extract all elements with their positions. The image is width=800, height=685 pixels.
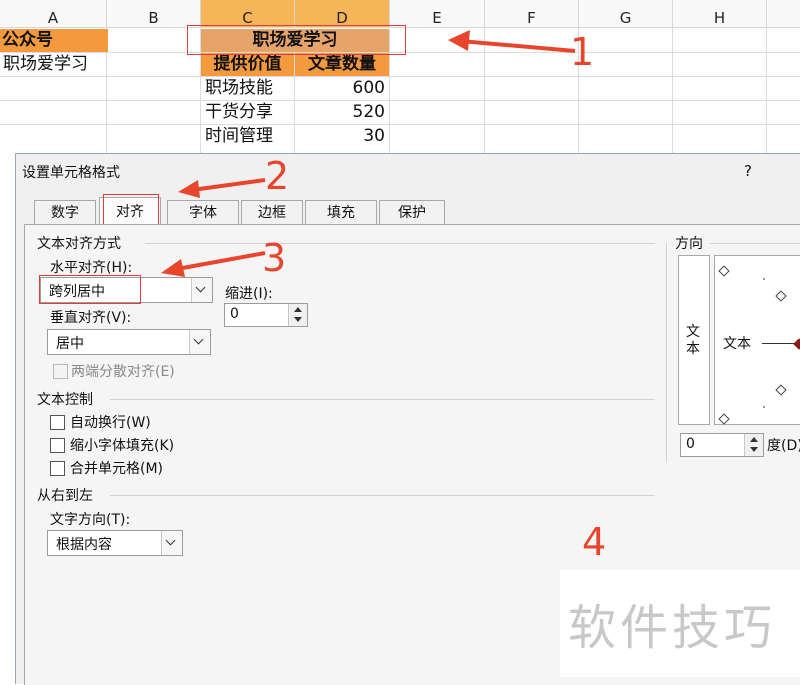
column-header-d[interactable]: D xyxy=(295,0,390,28)
orientation-text: 文本 xyxy=(723,336,751,352)
help-button[interactable]: ? xyxy=(744,162,752,180)
orientation-dial[interactable]: 文本 xyxy=(714,255,800,425)
annotation-number-2: 2 xyxy=(265,154,290,198)
chevron-down-icon xyxy=(193,334,204,345)
cell-d2[interactable]: 文章数量 xyxy=(295,53,389,76)
dropdown-button[interactable] xyxy=(191,278,212,302)
justify-distributed-label: 两端分散对齐(E) xyxy=(71,364,175,380)
tab-border[interactable]: 边框 xyxy=(241,200,303,225)
column-header-h[interactable]: H xyxy=(673,0,767,28)
tab-font[interactable]: 字体 xyxy=(167,200,239,225)
vertical-text-orientation[interactable]: 文本 xyxy=(678,255,710,425)
cell-c2[interactable]: 提供价值 xyxy=(201,53,294,76)
cell-d5[interactable]: 30 xyxy=(295,125,385,148)
merge-cells-checkbox[interactable] xyxy=(50,461,65,476)
spin-up-icon[interactable] xyxy=(294,307,302,312)
text-direction-select[interactable]: 根据内容 xyxy=(47,530,183,556)
vertical-align-label: 垂直对齐(V): xyxy=(50,310,132,326)
column-header-i[interactable] xyxy=(767,0,800,28)
spin-up-icon[interactable] xyxy=(750,437,758,442)
indent-label: 缩进(I): xyxy=(225,286,273,302)
text-control-section-label: 文本控制 xyxy=(37,392,93,408)
indent-spinner[interactable]: 0 xyxy=(224,303,308,327)
orientation-marker xyxy=(775,290,787,302)
wrap-text-label: 自动换行(W) xyxy=(70,415,151,431)
annotation-number-4: 4 xyxy=(582,520,607,564)
tab-protection[interactable]: 保护 xyxy=(379,200,445,225)
degree-value: 0 xyxy=(686,436,695,452)
vertical-align-value: 居中 xyxy=(56,336,84,352)
column-header-b[interactable]: B xyxy=(107,0,201,28)
arrow-annotation-1 xyxy=(448,30,576,53)
merge-cells-label: 合并单元格(M) xyxy=(70,461,164,477)
watermark: 软件技巧 xyxy=(560,570,800,677)
cell-a2[interactable]: 职场爱学习 xyxy=(3,53,88,76)
horizontal-align-label: 水平对齐(H): xyxy=(50,260,133,276)
orientation-section-label: 方向 xyxy=(675,236,703,252)
chevron-down-icon xyxy=(165,535,176,546)
chevron-down-icon xyxy=(195,282,206,293)
orientation-marker xyxy=(718,265,730,277)
spin-down-icon[interactable] xyxy=(294,317,302,322)
orientation-marker xyxy=(775,384,787,396)
highlight-box-horizontal-align xyxy=(39,275,141,304)
annotation-number-1: 1 xyxy=(570,30,595,74)
watermark-text: 软件技巧 xyxy=(568,600,777,656)
arrow-annotation-3 xyxy=(161,251,266,277)
orientation-marker xyxy=(718,413,730,425)
orientation-handle[interactable] xyxy=(793,338,800,350)
dialog-title: 设置单元格格式 xyxy=(22,165,120,181)
tab-fill[interactable]: 填充 xyxy=(305,200,377,225)
arrow-annotation-2 xyxy=(178,178,266,198)
spin-down-icon[interactable] xyxy=(750,447,758,452)
indent-value: 0 xyxy=(230,306,239,322)
degree-spinner[interactable]: 0 xyxy=(680,433,764,457)
column-header-f[interactable]: F xyxy=(485,0,579,28)
dropdown-button[interactable] xyxy=(161,531,182,555)
annotation-number-3: 3 xyxy=(262,236,287,280)
cell-a1[interactable]: 公众号 xyxy=(0,29,108,52)
highlight-box-merged-cell xyxy=(187,25,406,55)
cell-c4[interactable]: 干货分享 xyxy=(205,101,273,124)
column-header-g[interactable]: G xyxy=(579,0,673,28)
text-alignment-section-label: 文本对齐方式 xyxy=(37,236,121,252)
wrap-text-checkbox[interactable] xyxy=(50,415,65,430)
column-header-c[interactable]: C xyxy=(201,0,295,28)
tab-number[interactable]: 数字 xyxy=(34,200,96,225)
degree-label: 度(D) xyxy=(767,438,800,454)
rtl-section-label: 从右到左 xyxy=(37,488,93,504)
highlight-box-alignment-tab xyxy=(103,194,159,227)
text-direction-value: 根据内容 xyxy=(56,537,112,553)
cell-c5[interactable]: 时间管理 xyxy=(205,125,273,148)
dropdown-button[interactable] xyxy=(189,330,210,354)
text-direction-label: 文字方向(T): xyxy=(50,512,131,528)
column-header-e[interactable]: E xyxy=(390,0,485,28)
cell-c3[interactable]: 职场技能 xyxy=(205,77,273,100)
justify-distributed-checkbox[interactable] xyxy=(53,364,68,379)
cell-d4[interactable]: 520 xyxy=(295,101,385,124)
vertical-align-select[interactable]: 居中 xyxy=(47,329,211,355)
shrink-to-fit-checkbox[interactable] xyxy=(50,438,65,453)
column-header-row: A B C D E F G H xyxy=(0,0,800,28)
cell-d3[interactable]: 600 xyxy=(295,77,385,100)
column-header-a[interactable]: A xyxy=(0,0,107,28)
shrink-to-fit-label: 缩小字体填充(K) xyxy=(70,438,175,454)
